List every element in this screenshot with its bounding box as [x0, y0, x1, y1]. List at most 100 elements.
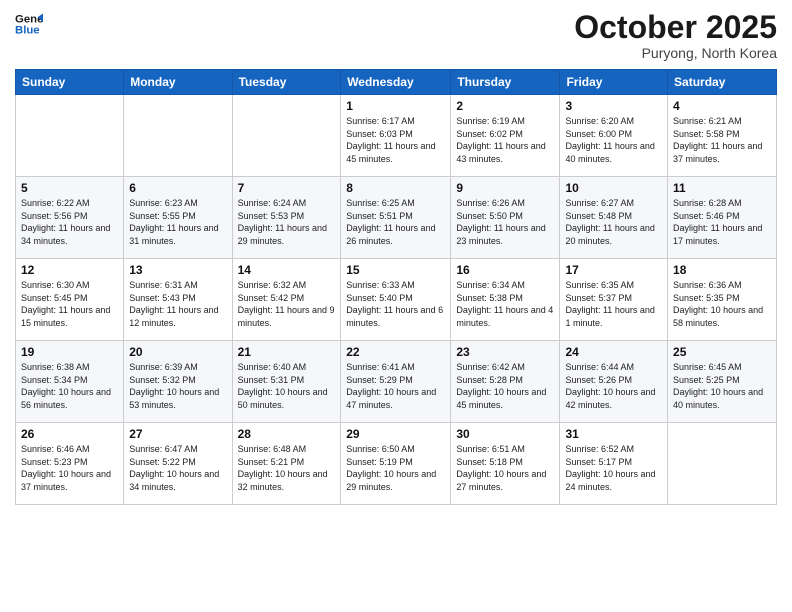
day-number: 19 — [21, 345, 118, 359]
calendar-cell: 6 Sunrise: 6:23 AMSunset: 5:55 PMDaylight… — [124, 177, 232, 259]
day-info: Sunrise: 6:24 AMSunset: 5:53 PMDaylight:… — [238, 197, 336, 247]
day-info: Sunrise: 6:23 AMSunset: 5:55 PMDaylight:… — [129, 197, 226, 247]
header: General Blue October 2025 Puryong, North… — [15, 10, 777, 61]
calendar-cell: 8 Sunrise: 6:25 AMSunset: 5:51 PMDaylight… — [341, 177, 451, 259]
calendar-cell: 17 Sunrise: 6:35 AMSunset: 5:37 PMDayligh… — [560, 259, 668, 341]
calendar-cell: 23 Sunrise: 6:42 AMSunset: 5:28 PMDayligh… — [451, 341, 560, 423]
calendar-cell: 2 Sunrise: 6:19 AMSunset: 6:02 PMDaylight… — [451, 95, 560, 177]
day-info: Sunrise: 6:41 AMSunset: 5:29 PMDaylight:… — [346, 361, 445, 411]
col-tuesday: Tuesday — [232, 70, 341, 95]
day-number: 6 — [129, 181, 226, 195]
calendar-week-5: 26Sunrise: 6:46 AMSunset: 5:23 PMDayligh… — [16, 423, 777, 505]
day-number: 28 — [238, 427, 336, 441]
day-info: Sunrise: 6:27 AMSunset: 5:48 PMDaylight:… — [565, 197, 662, 247]
title-block: October 2025 Puryong, North Korea — [574, 10, 777, 61]
calendar-cell: 28 Sunrise: 6:48 AMSunset: 5:21 PMDayligh… — [232, 423, 341, 505]
calendar-cell: 27 Sunrise: 6:47 AMSunset: 5:22 PMDayligh… — [124, 423, 232, 505]
day-number: 30 — [456, 427, 554, 441]
logo-icon: General Blue — [15, 10, 43, 38]
calendar-cell: 12Sunrise: 6:30 AMSunset: 5:45 PMDayligh… — [16, 259, 124, 341]
day-info: Sunrise: 6:34 AMSunset: 5:38 PMDaylight:… — [456, 279, 554, 329]
calendar-cell — [232, 95, 341, 177]
day-number: 5 — [21, 181, 118, 195]
col-wednesday: Wednesday — [341, 70, 451, 95]
day-info: Sunrise: 6:36 AMSunset: 5:35 PMDaylight:… — [673, 279, 771, 329]
calendar-cell: 19 Sunrise: 6:38 AMSunset: 5:34 PMDayligh… — [16, 341, 124, 423]
day-info: Sunrise: 6:47 AMSunset: 5:22 PMDaylight:… — [129, 443, 226, 493]
day-number: 10 — [565, 181, 662, 195]
calendar-week-2: 5Sunrise: 6:22 AMSunset: 5:56 PMDaylight… — [16, 177, 777, 259]
day-info: Sunrise: 6:48 AMSunset: 5:21 PMDaylight:… — [238, 443, 336, 493]
calendar-week-4: 19 Sunrise: 6:38 AMSunset: 5:34 PMDayligh… — [16, 341, 777, 423]
day-info: Sunrise: 6:40 AMSunset: 5:31 PMDaylight:… — [238, 361, 336, 411]
day-info: Sunrise: 6:50 AMSunset: 5:19 PMDaylight:… — [346, 443, 445, 493]
day-info: Sunrise: 6:33 AMSunset: 5:40 PMDaylight:… — [346, 279, 445, 329]
day-number: 17 — [565, 263, 662, 277]
day-number: 31 — [565, 427, 662, 441]
day-number: 13 — [129, 263, 226, 277]
col-sunday: Sunday — [16, 70, 124, 95]
svg-text:Blue: Blue — [15, 25, 40, 37]
day-info: Sunrise: 6:21 AMSunset: 5:58 PMDaylight:… — [673, 115, 771, 165]
calendar-cell: 10 Sunrise: 6:27 AMSunset: 5:48 PMDayligh… — [560, 177, 668, 259]
day-number: 3 — [565, 99, 662, 113]
calendar-cell: 7Sunrise: 6:24 AMSunset: 5:53 PMDaylight… — [232, 177, 341, 259]
location: Puryong, North Korea — [574, 45, 777, 61]
day-info: Sunrise: 6:25 AMSunset: 5:51 PMDaylight:… — [346, 197, 445, 247]
day-info: Sunrise: 6:19 AMSunset: 6:02 PMDaylight:… — [456, 115, 554, 165]
calendar-cell: 14 Sunrise: 6:32 AMSunset: 5:42 PMDayligh… — [232, 259, 341, 341]
calendar-cell: 22Sunrise: 6:41 AMSunset: 5:29 PMDayligh… — [341, 341, 451, 423]
calendar-cell: 11Sunrise: 6:28 AMSunset: 5:46 PMDayligh… — [668, 177, 777, 259]
day-number: 27 — [129, 427, 226, 441]
day-number: 1 — [346, 99, 445, 113]
calendar-cell: 20Sunrise: 6:39 AMSunset: 5:32 PMDayligh… — [124, 341, 232, 423]
month-title: October 2025 — [574, 10, 777, 45]
day-number: 23 — [456, 345, 554, 359]
day-info: Sunrise: 6:44 AMSunset: 5:26 PMDaylight:… — [565, 361, 662, 411]
calendar-cell — [124, 95, 232, 177]
calendar-cell: 26Sunrise: 6:46 AMSunset: 5:23 PMDayligh… — [16, 423, 124, 505]
calendar-cell: 9 Sunrise: 6:26 AMSunset: 5:50 PMDaylight… — [451, 177, 560, 259]
day-number: 24 — [565, 345, 662, 359]
day-number: 8 — [346, 181, 445, 195]
day-info: Sunrise: 6:31 AMSunset: 5:43 PMDaylight:… — [129, 279, 226, 329]
day-number: 2 — [456, 99, 554, 113]
calendar-cell: 15 Sunrise: 6:33 AMSunset: 5:40 PMDayligh… — [341, 259, 451, 341]
calendar-cell: 31 Sunrise: 6:52 AMSunset: 5:17 PMDayligh… — [560, 423, 668, 505]
day-number: 9 — [456, 181, 554, 195]
day-number: 25 — [673, 345, 771, 359]
calendar-cell: 4Sunrise: 6:21 AMSunset: 5:58 PMDaylight… — [668, 95, 777, 177]
day-info: Sunrise: 6:42 AMSunset: 5:28 PMDaylight:… — [456, 361, 554, 411]
calendar-week-1: 1 Sunrise: 6:17 AMSunset: 6:03 PMDaylight… — [16, 95, 777, 177]
calendar: Sunday Monday Tuesday Wednesday Thursday… — [15, 69, 777, 505]
calendar-cell: 1 Sunrise: 6:17 AMSunset: 6:03 PMDaylight… — [341, 95, 451, 177]
day-number: 16 — [456, 263, 554, 277]
day-number: 14 — [238, 263, 336, 277]
col-friday: Friday — [560, 70, 668, 95]
day-info: Sunrise: 6:26 AMSunset: 5:50 PMDaylight:… — [456, 197, 554, 247]
calendar-cell — [16, 95, 124, 177]
calendar-week-3: 12Sunrise: 6:30 AMSunset: 5:45 PMDayligh… — [16, 259, 777, 341]
calendar-cell — [668, 423, 777, 505]
day-info: Sunrise: 6:52 AMSunset: 5:17 PMDaylight:… — [565, 443, 662, 493]
day-info: Sunrise: 6:17 AMSunset: 6:03 PMDaylight:… — [346, 115, 445, 165]
day-number: 15 — [346, 263, 445, 277]
logo: General Blue — [15, 10, 43, 38]
day-info: Sunrise: 6:38 AMSunset: 5:34 PMDaylight:… — [21, 361, 118, 411]
calendar-cell: 24 Sunrise: 6:44 AMSunset: 5:26 PMDayligh… — [560, 341, 668, 423]
day-info: Sunrise: 6:46 AMSunset: 5:23 PMDaylight:… — [21, 443, 118, 493]
col-monday: Monday — [124, 70, 232, 95]
calendar-cell: 29 Sunrise: 6:50 AMSunset: 5:19 PMDayligh… — [341, 423, 451, 505]
day-info: Sunrise: 6:35 AMSunset: 5:37 PMDaylight:… — [565, 279, 662, 329]
day-info: Sunrise: 6:30 AMSunset: 5:45 PMDaylight:… — [21, 279, 118, 329]
day-info: Sunrise: 6:45 AMSunset: 5:25 PMDaylight:… — [673, 361, 771, 411]
day-number: 18 — [673, 263, 771, 277]
day-info: Sunrise: 6:32 AMSunset: 5:42 PMDaylight:… — [238, 279, 336, 329]
day-info: Sunrise: 6:20 AMSunset: 6:00 PMDaylight:… — [565, 115, 662, 165]
calendar-cell: 25 Sunrise: 6:45 AMSunset: 5:25 PMDayligh… — [668, 341, 777, 423]
header-row: Sunday Monday Tuesday Wednesday Thursday… — [16, 70, 777, 95]
calendar-cell: 13 Sunrise: 6:31 AMSunset: 5:43 PMDayligh… — [124, 259, 232, 341]
day-number: 29 — [346, 427, 445, 441]
calendar-cell: 16 Sunrise: 6:34 AMSunset: 5:38 PMDayligh… — [451, 259, 560, 341]
day-info: Sunrise: 6:28 AMSunset: 5:46 PMDaylight:… — [673, 197, 771, 247]
